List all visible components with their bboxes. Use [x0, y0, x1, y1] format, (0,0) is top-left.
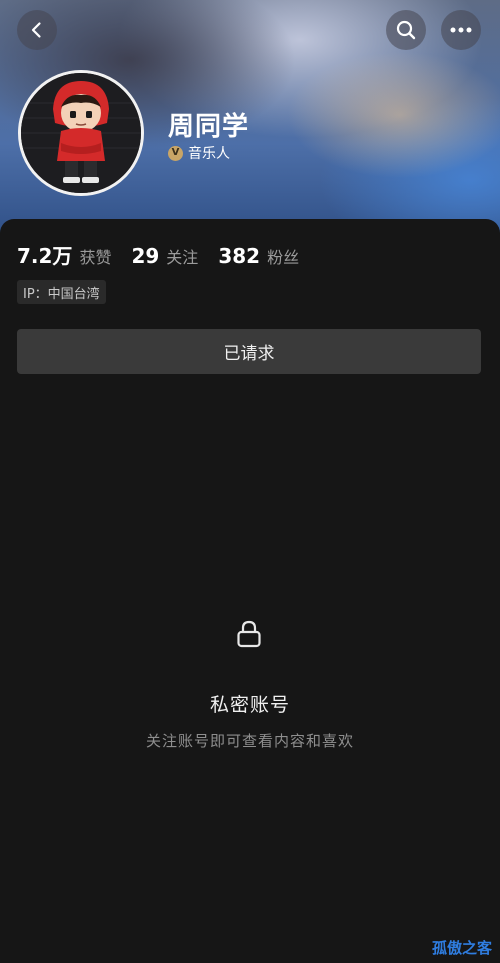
stat-label: 获赞 — [79, 248, 112, 267]
verified-v-icon: V — [168, 145, 183, 161]
lock-icon — [237, 620, 261, 648]
profile-name: 周同学 — [168, 112, 250, 142]
ip-location-tag: IP：中国台湾 — [17, 280, 106, 304]
verified-badge[interactable]: V 音乐人 — [168, 143, 230, 163]
verified-label: 音乐人 — [188, 146, 230, 162]
stat-value: 29 — [131, 244, 160, 268]
follow-requested-button[interactable]: 已请求 — [17, 329, 481, 374]
stat-value: 7.2万 — [17, 244, 73, 268]
stat-following[interactable]: 29 关注 — [131, 244, 198, 268]
profile-stats: 7.2万 获赞 29 关注 382 粉丝 — [17, 240, 319, 269]
stat-followers[interactable]: 382 粉丝 — [218, 244, 299, 268]
stat-likes[interactable]: 7.2万 获赞 — [17, 240, 111, 269]
private-account-title: 私密账号 — [209, 694, 290, 716]
more-options-button[interactable] — [441, 10, 481, 50]
avatar[interactable] — [18, 70, 144, 196]
stat-label: 关注 — [166, 248, 199, 267]
private-account-subtitle: 关注账号即可查看内容和喜欢 — [145, 732, 354, 750]
back-button[interactable] — [17, 10, 57, 50]
watermark: 孤傲之客 — [432, 939, 493, 957]
chevron-left-icon — [31, 22, 41, 38]
search-button[interactable] — [386, 10, 426, 50]
search-icon — [396, 20, 416, 40]
avatar-image — [21, 73, 141, 193]
stat-value: 382 — [218, 244, 261, 268]
stat-label: 粉丝 — [267, 248, 300, 267]
more-horizontal-icon — [450, 27, 472, 33]
